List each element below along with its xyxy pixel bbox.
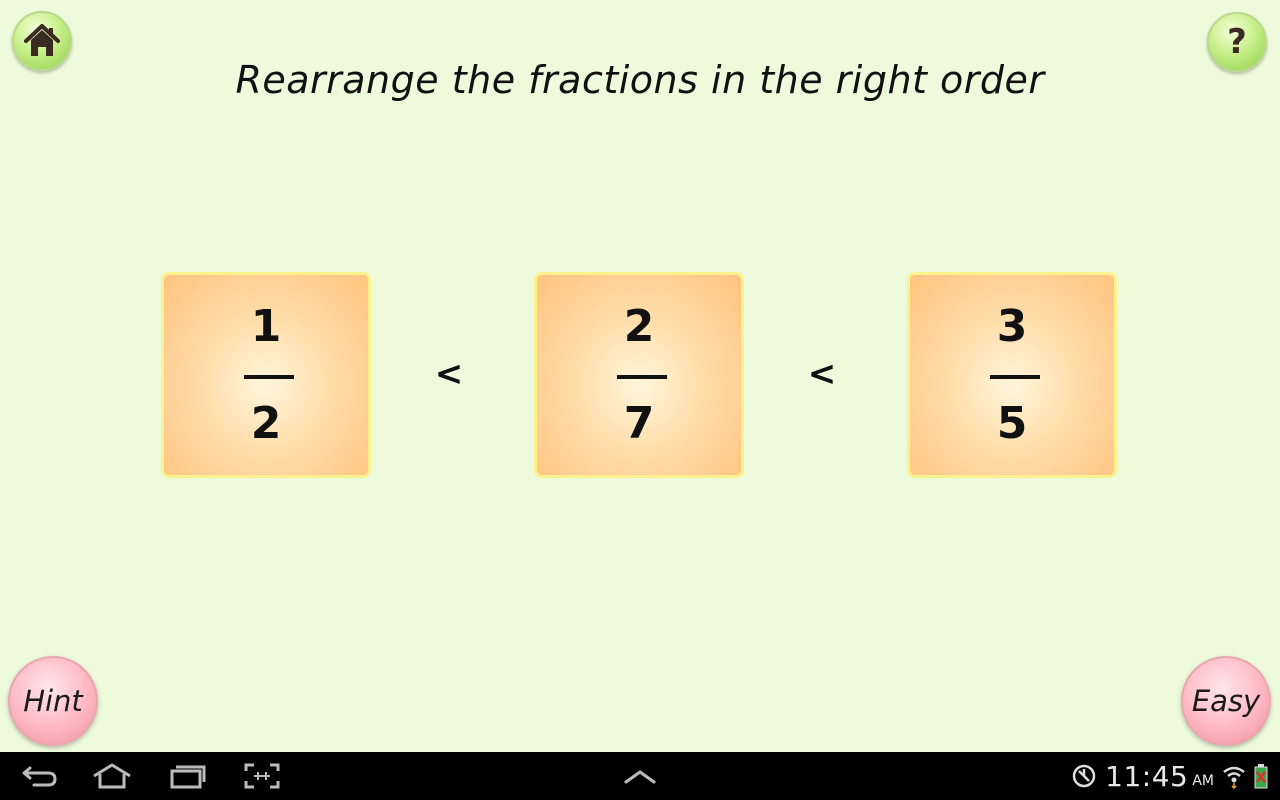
fraction-denominator: 5 xyxy=(996,398,1028,449)
screen-capture-icon[interactable] xyxy=(242,762,282,790)
comparison-sign-2: < xyxy=(807,354,837,394)
hint-button[interactable]: Hint xyxy=(8,656,98,746)
fraction-numerator: 1 xyxy=(250,301,282,352)
clock-time: 11:45 xyxy=(1105,759,1189,793)
fraction-numerator: 2 xyxy=(623,301,655,352)
question-mark-icon: ? xyxy=(1227,22,1247,62)
hint-label: Hint xyxy=(23,684,83,718)
nav-home-icon[interactable] xyxy=(92,762,132,790)
fraction-denominator: 7 xyxy=(623,398,655,449)
system-navigation-bar: 11:45 AM xyxy=(0,752,1280,800)
instruction-title: Rearrange the fractions in the right ord… xyxy=(235,58,1045,102)
back-arrow-icon[interactable] xyxy=(20,762,60,790)
fraction-denominator: 2 xyxy=(250,398,282,449)
clock-ampm: AM xyxy=(1192,773,1214,789)
comparison-sign-1: < xyxy=(434,354,464,394)
fraction-card-1[interactable]: 1 2 xyxy=(161,272,371,478)
chevron-up-icon[interactable] xyxy=(620,762,660,790)
fraction-card-3[interactable]: 3 5 xyxy=(907,272,1117,478)
battery-icon xyxy=(1254,764,1268,789)
home-icon xyxy=(24,24,60,56)
status-area: 11:45 AM xyxy=(1071,752,1268,800)
difficulty-button[interactable]: Easy xyxy=(1181,656,1271,746)
recent-apps-icon[interactable] xyxy=(168,762,208,790)
fraction-bar xyxy=(617,375,667,379)
fraction-bar xyxy=(244,375,294,379)
difficulty-label: Easy xyxy=(1191,684,1261,718)
fraction-card-2[interactable]: 2 7 xyxy=(534,272,744,478)
game-screen: ? Rearrange the fractions in the right o… xyxy=(0,0,1280,752)
wifi-icon xyxy=(1223,766,1245,789)
fraction-numerator: 3 xyxy=(996,301,1028,352)
fraction-bar xyxy=(990,375,1040,379)
blocked-network-icon xyxy=(1072,764,1096,788)
